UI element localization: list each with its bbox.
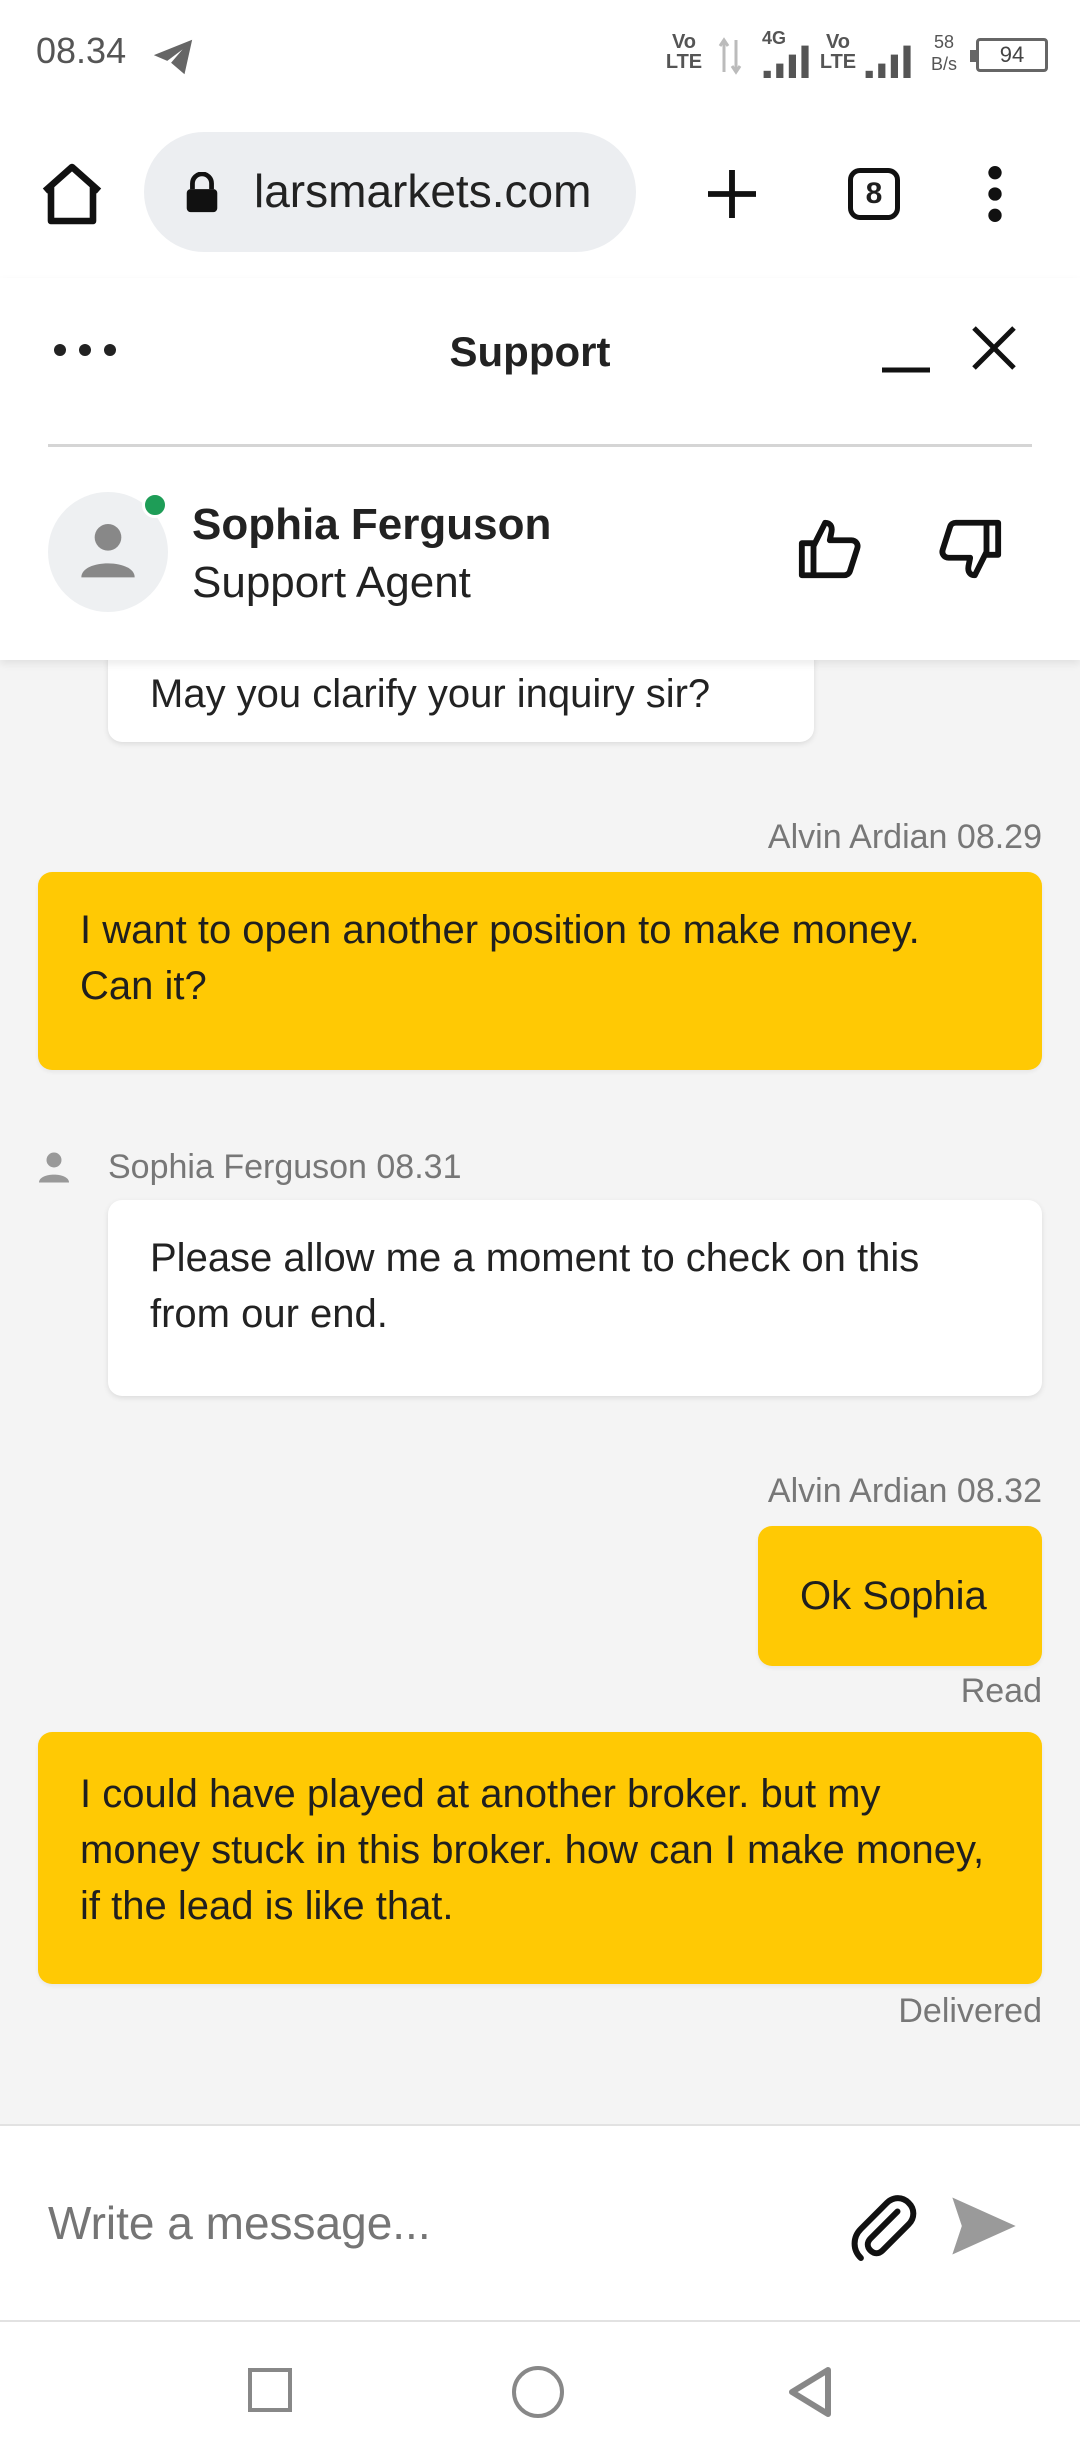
outgoing-message-bubble: I want to open another position to make … (38, 872, 1042, 1070)
person-icon (39, 1152, 69, 1183)
home-nav-icon[interactable] (512, 2366, 564, 2418)
url-text: larsmarkets.com (254, 165, 592, 217)
close-icon[interactable] (964, 318, 1024, 378)
online-status-dot (142, 492, 168, 518)
data-speed-unit: B/s (930, 54, 957, 74)
volte-indicator: Vo LTE (665, 31, 703, 73)
system-nav-bar (0, 2320, 1080, 2462)
send-icon[interactable] (946, 2188, 1022, 2264)
message-meta: Alvin Ardian 08.29 (767, 818, 1042, 856)
outgoing-message-bubble: I could have played at another broker. b… (38, 1732, 1042, 1984)
delivery-status: Delivered (898, 1992, 1042, 2030)
agent-role: Support Agent (192, 558, 471, 607)
tabs-icon[interactable]: 8 (848, 168, 900, 220)
minimize-icon[interactable] (878, 328, 934, 378)
message-text: I could have played at another broker. b… (80, 1772, 985, 1928)
paperclip-icon[interactable] (848, 2192, 920, 2264)
browser-toolbar: larsmarkets.com 8 (0, 110, 1080, 280)
chat-header: Support Sophia Ferguson Support Agent (0, 278, 1080, 660)
agent-name: Sophia Ferguson (192, 500, 552, 549)
message-input[interactable] (48, 2196, 808, 2250)
status-time: 08.34 (36, 30, 127, 71)
data-speed-value: 58 (933, 32, 955, 52)
message-composer (0, 2124, 1080, 2322)
volte-indicator-2: Vo LTE (819, 31, 857, 73)
thumbs-down-icon[interactable] (934, 514, 1004, 584)
signal-icon (763, 45, 809, 78)
header-divider (48, 444, 1032, 447)
overflow-menu-icon[interactable] (980, 162, 1010, 226)
lock-icon (186, 172, 218, 213)
signal-icon-2 (865, 45, 911, 78)
read-receipt: Read (960, 1672, 1042, 1710)
back-icon[interactable] (784, 2364, 836, 2420)
recent-apps-icon[interactable] (248, 2368, 292, 2412)
person-icon (81, 524, 135, 578)
message-list[interactable]: May you clarify your inquiry sir? Alvin … (0, 590, 1080, 2124)
message-meta: Sophia Ferguson 08.31 (108, 1148, 462, 1186)
thumbs-up-icon[interactable] (796, 514, 866, 584)
message-text: Please allow me a moment to check on thi… (150, 1236, 920, 1336)
plus-icon[interactable] (700, 162, 764, 226)
message-text: I want to open another position to make … (80, 908, 920, 1008)
message-text: May you clarify your inquiry sir? (150, 672, 711, 716)
incoming-message-bubble: Please allow me a moment to check on thi… (108, 1200, 1042, 1396)
data-arrows-icon (718, 37, 742, 75)
home-icon[interactable] (36, 158, 108, 230)
status-bar: 08.34 Vo LTE 4G Vo LTE 58 B/s 94 (0, 0, 1080, 110)
address-bar[interactable]: larsmarkets.com (144, 132, 636, 252)
telegram-icon (153, 39, 193, 75)
battery-icon: 94 (970, 38, 1048, 72)
message-meta: Alvin Ardian 08.32 (767, 1472, 1042, 1510)
message-text: Ok Sophia (800, 1574, 987, 1618)
outgoing-message-bubble: Ok Sophia (758, 1526, 1042, 1666)
